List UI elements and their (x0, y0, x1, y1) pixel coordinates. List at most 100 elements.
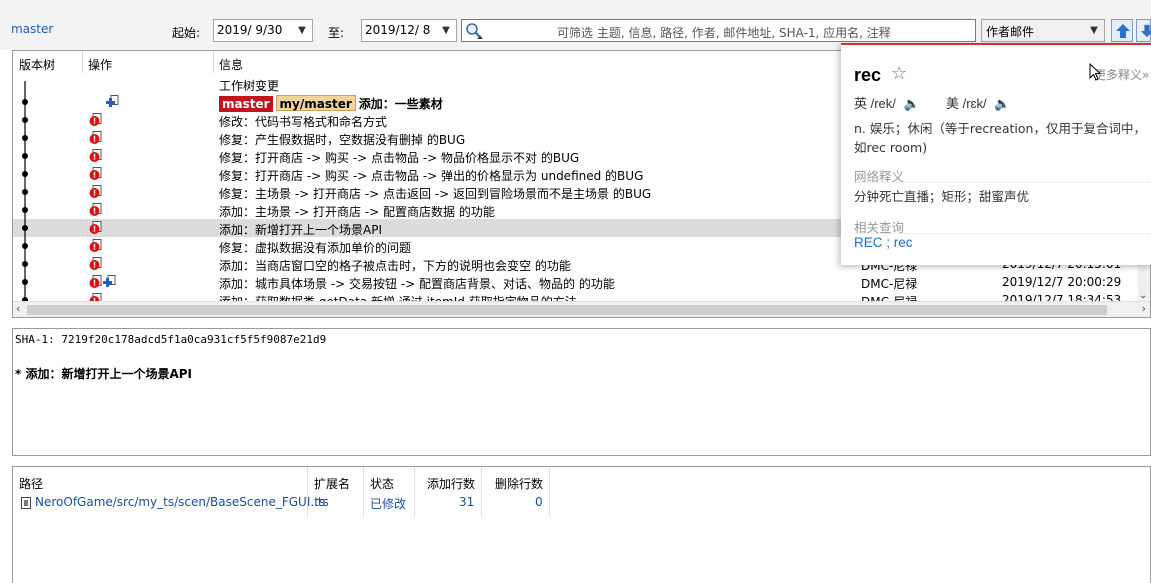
column-divider[interactable] (213, 51, 214, 73)
scroll-right-icon[interactable]: › (1142, 302, 1146, 315)
to-label: 至: (328, 26, 345, 40)
commit-message-cell: 修复：产生假数据时，空数据没有删掉 的BUG (219, 131, 465, 148)
search-icon[interactable] (464, 21, 484, 41)
commit-message-cell: 修复：打开商店 -> 购买 -> 点击物品 -> 弹出的价格显示为 undefi… (219, 167, 643, 184)
graph-node (22, 153, 28, 159)
commit-message-text: 添加：主场景 -> 打开商店 -> 配置商店数据 的功能 (219, 205, 495, 219)
speaker-icon[interactable]: 🔈 (994, 96, 1010, 111)
star-icon[interactable]: ☆ (891, 63, 907, 84)
chevron-down-icon[interactable]: ▼ (294, 22, 310, 39)
modified-icon (89, 185, 102, 198)
column-header-graph[interactable]: 版本树 (19, 56, 55, 73)
file-added-lines: 31 (459, 495, 475, 509)
commit-message-text: 修复：打开商店 -> 购买 -> 点击物品 -> 物品价格显示不对 的BUG (219, 151, 580, 165)
file-removed-lines: 0 (535, 495, 543, 509)
graph-node (22, 171, 28, 177)
scroll-down-icon[interactable]: ⌄ (1139, 290, 1147, 301)
merge-icon (103, 275, 116, 287)
uk-phonetic: 英 /rek/ (854, 96, 896, 111)
chevron-down-icon[interactable]: ▼ (438, 22, 454, 39)
horizontal-scrollbar[interactable]: ‹ › (13, 301, 1150, 317)
column-header-removed[interactable]: 删除行数 (495, 475, 543, 492)
divider (854, 233, 1151, 234)
search-input[interactable]: 可筛选 主题, 信息, 路径, 作者, 邮件地址, SHA-1, 应用名, 注释 (461, 19, 976, 42)
from-date-value: 2019/ 9/30 (217, 23, 283, 37)
commit-message-text: 修复：产生假数据时，空数据没有删掉 的BUG (219, 133, 466, 147)
commit-message-text: 添加：一些素材 (358, 97, 443, 111)
commit-message-text: 添加：当商店窗口空的格子被点击时，下方的说明也会变空 的功能 (219, 259, 571, 273)
file-path: NeroOfGame/src/my_ts/scen/BaseScene_FGUI… (35, 495, 326, 509)
column-header-status[interactable]: 状态 (370, 475, 394, 492)
column-divider[interactable] (82, 51, 83, 73)
commit-message-text: 修复：打开商店 -> 购买 -> 点击物品 -> 弹出的价格显示为 undefi… (219, 169, 644, 183)
prev-match-button[interactable] (1111, 19, 1133, 42)
commit-sha: SHA-1: 7219f20c178adcd5f1a0ca931cf5f5f90… (15, 333, 327, 346)
column-divider[interactable] (549, 467, 550, 517)
revision-graph (22, 81, 28, 313)
modified-icon (89, 149, 102, 162)
column-divider[interactable] (414, 467, 415, 517)
column-header-message[interactable]: 信息 (219, 56, 243, 73)
log-row[interactable]: 添加：城市具体场景 -> 交易按钮 -> 配置商店背景、对话、物品的 的功能 DM… (13, 273, 1140, 291)
filter-field-value: 作者邮件 (986, 25, 1035, 39)
merge-icon (106, 95, 119, 107)
graph-node (22, 99, 28, 105)
uk-pronunciation: 英 /rek/ 🔈 (854, 93, 920, 112)
commit-message-cell: 添加：城市具体场景 -> 交易按钮 -> 配置商店背景、对话、物品的 的功能 (219, 275, 615, 292)
file-ext: .ts (314, 495, 329, 509)
mouse-cursor-icon (1089, 63, 1101, 81)
column-header-added[interactable]: 添加行数 (427, 475, 475, 492)
net-definition-text: 分钟死亡直播；矩形；甜蜜声优 (854, 189, 1030, 204)
file-status: 已修改 (370, 497, 407, 511)
commit-message-cell: 修复：虚拟数据没有添加单价的问题 (219, 239, 411, 256)
speaker-icon[interactable]: 🔈 (904, 96, 920, 111)
graph-node (22, 135, 28, 141)
commit-message-cell: master my/master 添加：一些素材 (219, 95, 443, 112)
modified-icon (89, 275, 102, 288)
commit-message-cell: 修复：打开商店 -> 购买 -> 点击物品 -> 物品价格显示不对 的BUG (219, 149, 579, 166)
related-links[interactable]: REC ; rec (854, 235, 913, 250)
commit-message-cell: 添加：当商店窗口空的格子被点击时，下方的说明也会变空 的功能 (219, 257, 571, 274)
commit-message-text: 修复：主场景 -> 打开商店 -> 点击返回 -> 返回到冒险场景而不是主场景 … (219, 187, 652, 201)
modified-icon (89, 113, 102, 126)
modified-icon (89, 167, 102, 180)
column-divider[interactable] (363, 467, 364, 517)
branch-tag[interactable]: my/master (275, 95, 356, 111)
commit-author: DMC-尼禄 (861, 277, 918, 291)
next-match-button[interactable] (1136, 19, 1151, 42)
from-date-picker[interactable]: 2019/ 9/30 ▼ (213, 19, 313, 42)
commit-message-cell: 工作树变更 (219, 77, 279, 94)
branch-link[interactable]: master (11, 22, 53, 36)
graph-node (22, 117, 28, 123)
scroll-thumb[interactable] (27, 305, 1107, 315)
commit-message-text: 修改：代码书写格式和命名方式 (219, 115, 388, 129)
scroll-left-icon[interactable]: ‹ (16, 302, 20, 315)
from-label: 起始: (172, 26, 201, 40)
column-divider[interactable] (481, 467, 482, 517)
branch-tag[interactable]: master (219, 96, 273, 112)
arrow-down-icon (1140, 24, 1151, 38)
column-header-path[interactable]: 路径 (19, 475, 43, 492)
commit-message-cell: 添加：主场景 -> 打开商店 -> 配置商店数据 的功能 (219, 203, 495, 220)
to-date-picker[interactable]: 2019/12/ 8 ▼ (361, 19, 457, 42)
column-header-actions[interactable]: 操作 (88, 56, 112, 73)
commit-message-cell: 添加：新增打开上一个场景API (219, 221, 382, 238)
us-pronunciation: 美 /rɛk/ 🔈 (946, 93, 1010, 112)
chevron-down-icon[interactable]: ▼ (1086, 22, 1102, 39)
dictionary-popup: rec ☆ 更多释义» 英 /rek/ 🔈 美 /rɛk/ 🔈 n. 娱乐；休闲… (841, 43, 1151, 265)
column-header-ext[interactable]: 扩展名 (314, 475, 350, 492)
commit-message-text: 添加：新增打开上一个场景API (219, 223, 382, 237)
filter-field-select[interactable]: 作者邮件 ▼ (981, 19, 1105, 42)
changed-files-panel: 路径 扩展名 状态 添加行数 删除行数 NeroOfGame/src/my_ts… (12, 466, 1151, 583)
column-divider[interactable] (307, 467, 308, 517)
more-definitions-link[interactable]: 更多释义» (1094, 66, 1149, 83)
dict-word: rec (854, 65, 882, 85)
modified-icon (89, 131, 102, 144)
search-placeholder: 可筛选 主题, 信息, 路径, 作者, 邮件地址, SHA-1, 应用名, 注释 (557, 26, 891, 40)
commit-message-text: 修复：虚拟数据没有添加单价的问题 (219, 241, 412, 255)
graph-node (22, 279, 28, 285)
commit-message-text: 添加：城市具体场景 -> 交易按钮 -> 配置商店背景、对话、物品的 的功能 (219, 277, 615, 291)
to-date-value: 2019/12/ 8 (365, 23, 431, 37)
dict-definition: n. 娱乐；休闲（等于recreation，仅用于复合词中，如rec room) (854, 121, 1146, 155)
graph-node (22, 189, 28, 195)
